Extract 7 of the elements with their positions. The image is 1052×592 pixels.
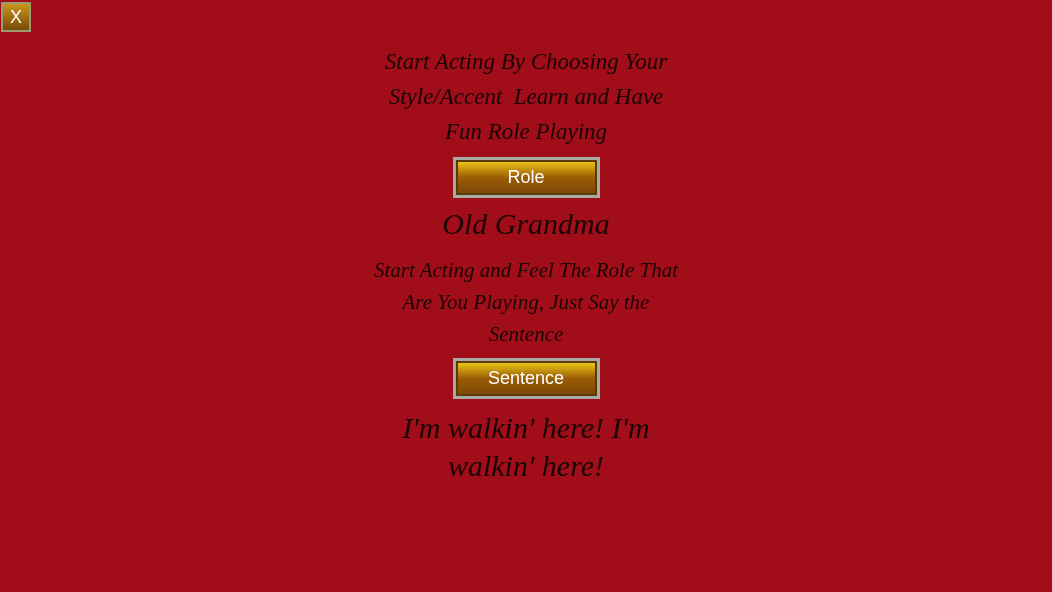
sentence-button[interactable]: Sentence [452,358,600,399]
role-button[interactable]: Role [452,157,600,198]
intro-text: Start Acting By Choosing Your Style/Accent Learn and Have Fun Role Playing [383,48,669,146]
sentence-text: I'm walkin' here! I'm walkin' here! [401,410,651,484]
close-button[interactable]: X [1,2,31,32]
role-name: Old Grandma [442,206,610,242]
instruction-text: Start Acting and Feel The Role That Are You Playing, Just Say the Sentence [372,257,680,348]
